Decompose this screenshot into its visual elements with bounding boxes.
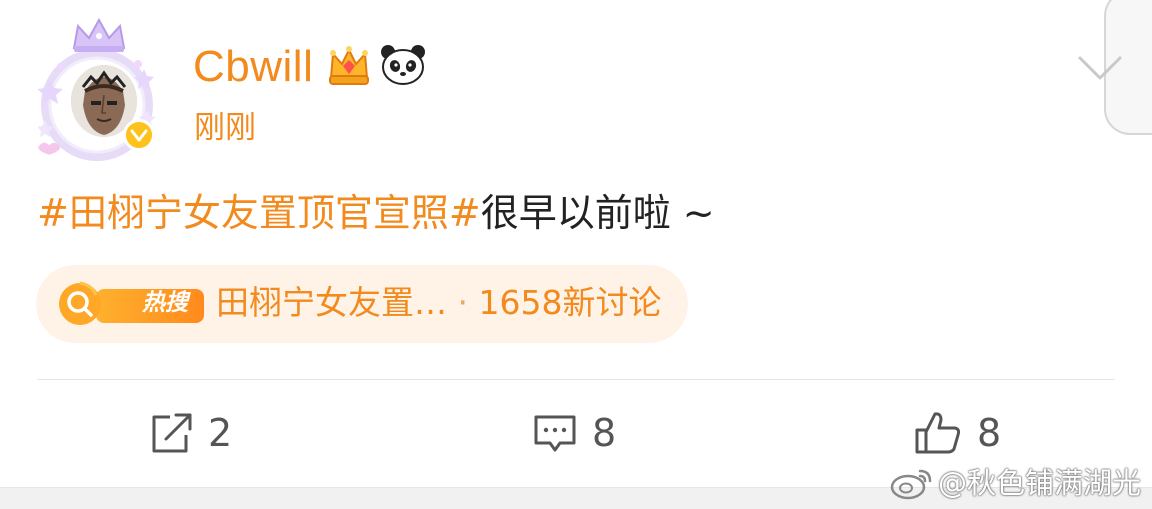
chevron-down-icon[interactable] — [1077, 54, 1123, 82]
share-icon — [152, 413, 192, 453]
comment-button[interactable]: 8 — [532, 408, 616, 458]
hot-search-separator: · — [457, 283, 469, 322]
post-timestamp: 刚刚 — [194, 110, 256, 146]
thumbs-up-icon — [915, 412, 961, 454]
share-count: 2 — [208, 411, 233, 455]
purple-crown-icon — [72, 18, 126, 52]
watermark-text: @秋色铺满湖光 — [938, 466, 1142, 500]
post-body-text: 很早以前啦 ~ — [480, 191, 715, 235]
hot-search-tag-label: 热搜 — [142, 290, 188, 316]
hot-search-pill[interactable]: 热搜 田栩宁女友置… · 1658新讨论 — [36, 265, 688, 343]
hot-search-discussions: 1658新讨论 — [478, 283, 662, 322]
verified-badge-icon — [123, 119, 155, 151]
weibo-logo-icon — [890, 469, 932, 500]
comment-icon — [534, 415, 576, 452]
crown-icon — [329, 46, 369, 85]
hot-search-title: 田栩宁女友置… — [216, 283, 447, 322]
weibo-watermark: @秋色铺满湖光 — [890, 462, 1141, 504]
username[interactable]: Cbwill — [193, 40, 313, 94]
topic-link[interactable]: #田栩宁女友置顶官宣照# — [37, 191, 481, 235]
like-count: 8 — [977, 411, 1002, 455]
avatar[interactable] — [30, 18, 165, 161]
hot-search-text: 田栩宁女友置… · 1658新讨论 — [216, 279, 661, 327]
comment-count: 8 — [592, 411, 617, 455]
like-button[interactable]: 8 — [913, 408, 1001, 458]
share-button[interactable]: 2 — [148, 408, 232, 458]
panda-icon — [381, 45, 425, 85]
post-content: #田栩宁女友置顶官宣照#很早以前啦 ~ — [37, 187, 715, 239]
weibo-post-card: Cbwill 刚刚 #田栩宁女友置顶官宣照#很早以前啦 ~ 热搜 田栩宁女友置…… — [0, 0, 1152, 509]
divider — [37, 379, 1115, 380]
